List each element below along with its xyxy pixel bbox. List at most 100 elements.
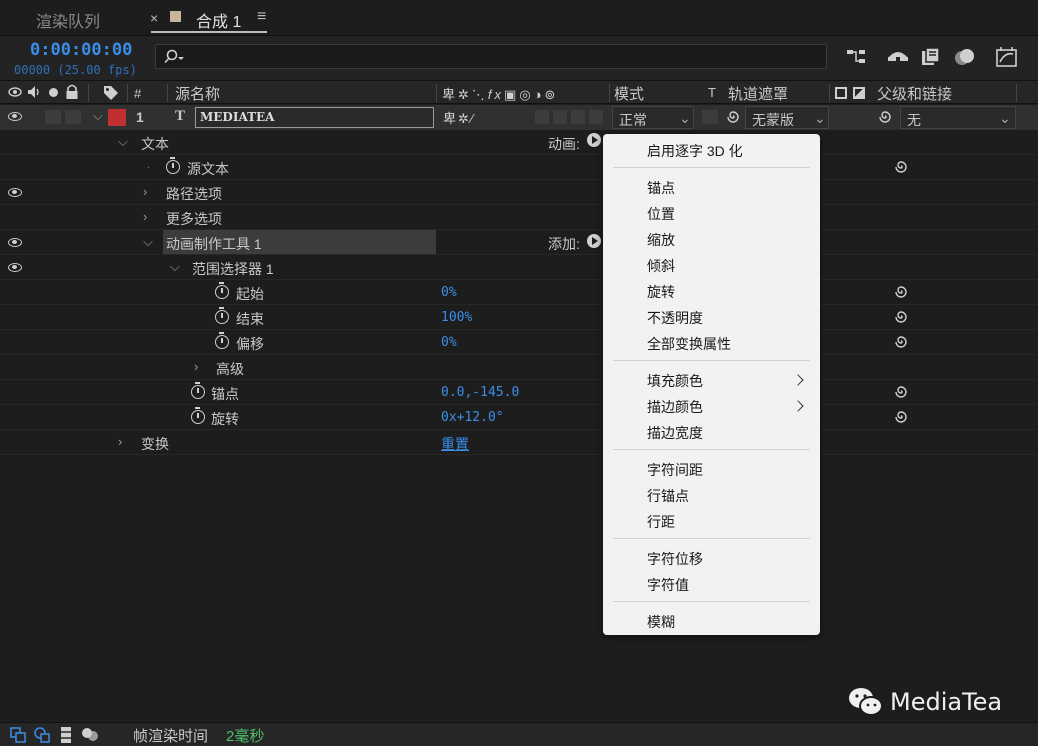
column-mode[interactable]: 模式 — [614, 83, 644, 104]
property-row-source-text[interactable]: · 源文本 — [0, 155, 1038, 180]
motion-blur-icon[interactable] — [953, 46, 977, 68]
pickwhip-icon[interactable] — [892, 333, 910, 351]
timecode-display[interactable]: 0:00:00:00 — [30, 40, 132, 60]
toggle-switches-icon[interactable] — [34, 727, 50, 743]
property-row-transform[interactable]: › 变换 重置 — [0, 430, 1038, 455]
layer-lock-box[interactable] — [65, 110, 81, 124]
layer-name-field[interactable]: MEDIATEA — [195, 107, 434, 128]
reset-link[interactable]: 重置 — [441, 434, 469, 454]
menu-item-scale[interactable]: 缩放 — [647, 230, 675, 250]
pickwhip-icon[interactable] — [892, 283, 910, 301]
graph-editor-icon[interactable] — [995, 46, 1019, 68]
menu-item-opacity[interactable]: 不透明度 — [647, 308, 703, 328]
chevron-down-icon[interactable]: ⌵ — [143, 234, 153, 250]
chevron-right-icon[interactable]: › — [194, 359, 198, 374]
property-row-end[interactable]: 结束 100% — [0, 305, 1038, 330]
layer-expand-chevron-icon[interactable]: ⌵ — [93, 108, 103, 124]
menu-item-line-spacing[interactable]: 行距 — [647, 512, 675, 532]
parent-select[interactable]: 无 ⌄ — [900, 106, 1016, 129]
layer-visibility-eye-icon[interactable] — [8, 112, 22, 121]
preserve-transparency-box[interactable] — [702, 110, 718, 124]
video-visibility-icon[interactable] — [8, 86, 22, 98]
chevron-down-icon[interactable]: ⌵ — [118, 134, 128, 150]
chevron-right-icon[interactable]: › — [118, 434, 122, 449]
stopwatch-icon[interactable] — [166, 157, 180, 174]
visibility-eye-icon[interactable] — [8, 188, 22, 197]
shy-layers-icon[interactable] — [886, 47, 910, 67]
menu-item-skew[interactable]: 倾斜 — [647, 256, 675, 276]
stopwatch-icon[interactable] — [215, 282, 229, 299]
add-play-icon[interactable] — [587, 234, 601, 248]
layer-label-color[interactable] — [108, 109, 126, 126]
menu-item-blur[interactable]: 模糊 — [647, 612, 675, 632]
lock-icon[interactable] — [65, 84, 79, 100]
property-anchor-value[interactable]: 0.0,-145.0 — [441, 385, 519, 400]
stopwatch-icon[interactable] — [215, 307, 229, 324]
property-end-value[interactable]: 100% — [441, 310, 472, 325]
layer-row[interactable]: ⌵ 1 T MEDIATEA 卑✲⁄ 正常 ⌄ 无蒙版 ⌄ 无 ⌄ — [0, 105, 1038, 130]
column-parent-link[interactable]: 父级和链接 — [877, 83, 952, 104]
matte-pickwhip-icon[interactable] — [724, 108, 742, 126]
property-row-path-options[interactable]: › 路径选项 — [0, 180, 1038, 205]
menu-item-character-offset[interactable]: 字符位移 — [647, 549, 703, 569]
property-row-start[interactable]: 起始 0% — [0, 280, 1038, 305]
menu-item-tracking[interactable]: 字符间距 — [647, 460, 703, 480]
menu-item-character-value[interactable]: 字符值 — [647, 575, 689, 595]
property-row-rotation[interactable]: 旋转 0x+12.0° — [0, 405, 1038, 430]
menu-item-anchor[interactable]: 锚点 — [647, 178, 675, 198]
property-row-range-selector[interactable]: ⌵ 范围选择器 1 — [0, 255, 1038, 280]
switch-box-4[interactable] — [589, 110, 603, 124]
property-row-more-options[interactable]: › 更多选项 — [0, 205, 1038, 230]
stopwatch-icon[interactable] — [191, 382, 205, 399]
pickwhip-icon[interactable] — [892, 158, 910, 176]
motion-blur-toggle-icon[interactable] — [81, 727, 99, 743]
in-out-icon[interactable] — [58, 726, 74, 744]
property-row-advanced[interactable]: › 高级 — [0, 355, 1038, 380]
visibility-eye-icon[interactable] — [8, 263, 22, 272]
animate-play-icon[interactable] — [587, 133, 601, 147]
pickwhip-icon[interactable] — [892, 308, 910, 326]
visibility-eye-icon[interactable] — [8, 238, 22, 247]
composition-flowchart-icon[interactable] — [10, 727, 26, 743]
menu-item-enable-3d[interactable]: 启用逐字 3D 化 — [647, 141, 743, 161]
menu-item-stroke-width[interactable]: 描边宽度 — [647, 423, 703, 443]
solo-icon[interactable] — [49, 88, 58, 97]
property-row-offset[interactable]: 偏移 0% — [0, 330, 1038, 355]
stopwatch-icon[interactable] — [191, 407, 205, 424]
frame-blending-icon[interactable] — [920, 46, 942, 68]
menu-item-position[interactable]: 位置 — [647, 204, 675, 224]
label-tag-icon[interactable] — [103, 85, 119, 101]
layer-switch-icons[interactable]: 卑✲⁄ — [443, 108, 475, 127]
switch-box-1[interactable] — [535, 110, 549, 124]
track-matte-select[interactable]: 无蒙版 ⌄ — [745, 106, 829, 129]
tab-render-queue[interactable]: 渲染队列 — [36, 8, 100, 32]
property-row-anchor[interactable]: 锚点 0.0,-145.0 — [0, 380, 1038, 405]
stopwatch-icon[interactable] — [215, 332, 229, 349]
property-row-text[interactable]: ⌵ 文本 动画: — [0, 130, 1038, 155]
switch-box-2[interactable] — [553, 110, 567, 124]
menu-item-all-transform[interactable]: 全部变换属性 — [647, 334, 731, 354]
pickwhip-icon[interactable] — [892, 383, 910, 401]
property-start-value[interactable]: 0% — [441, 285, 457, 300]
panel-menu-icon[interactable]: ≡ — [257, 8, 266, 26]
pickwhip-icon[interactable] — [892, 408, 910, 426]
search-input[interactable] — [155, 44, 827, 69]
property-row-animator[interactable]: ⌵ 动画制作工具 1 添加: — [0, 230, 1038, 255]
chevron-right-icon[interactable]: › — [143, 209, 147, 224]
switch-box-3[interactable] — [571, 110, 585, 124]
chevron-down-icon[interactable]: ⌵ — [170, 259, 180, 275]
blend-mode-select[interactable]: 正常 ⌄ — [612, 106, 694, 129]
layer-solo-box[interactable] — [45, 110, 61, 124]
property-offset-value[interactable]: 0% — [441, 335, 457, 350]
parent-pickwhip-icon[interactable] — [876, 108, 894, 126]
column-track-matte[interactable]: 轨道遮罩 — [728, 83, 788, 104]
menu-item-rotation[interactable]: 旋转 — [647, 282, 675, 302]
column-source-name[interactable]: 源名称 — [175, 83, 220, 104]
audio-icon[interactable] — [27, 85, 43, 99]
chevron-right-icon[interactable]: › — [143, 184, 147, 199]
menu-item-line-anchor[interactable]: 行锚点 — [647, 486, 689, 506]
menu-item-fill-color[interactable]: 填充颜色 — [647, 371, 703, 391]
tab-composition-1[interactable]: 合成 1 — [196, 8, 241, 32]
property-rotation-value[interactable]: 0x+12.0° — [441, 410, 504, 425]
close-tab-icon[interactable]: × — [150, 10, 158, 26]
